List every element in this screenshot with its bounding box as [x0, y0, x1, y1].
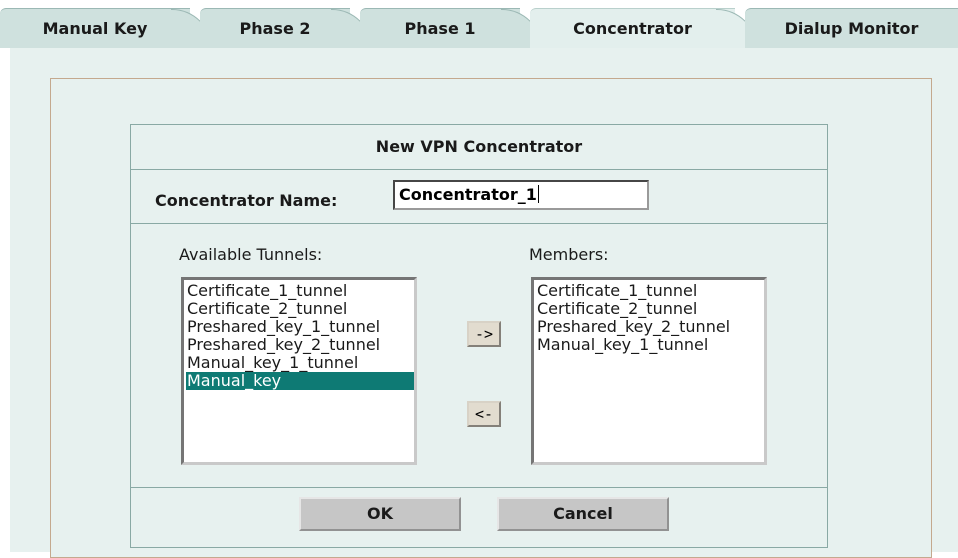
tab-dialup-monitor[interactable]: Dialup Monitor: [745, 8, 958, 48]
tab-phase-2[interactable]: Phase 2: [200, 8, 372, 50]
tab-manual-key[interactable]: Manual Key: [0, 8, 212, 50]
divider: [131, 169, 827, 170]
tab-label: Manual Key: [42, 19, 148, 38]
tab-label: Phase 2: [239, 19, 311, 38]
list-item[interactable]: Manual_key_1_tunnel: [186, 354, 414, 372]
divider: [131, 487, 827, 488]
divider: [131, 223, 827, 224]
tab-label: Concentrator: [573, 19, 692, 38]
concentrator-name-value: Concentrator_1: [399, 185, 537, 204]
cancel-button[interactable]: Cancel: [497, 497, 669, 531]
remove-member-button[interactable]: <-: [467, 401, 501, 427]
text-caret: [537, 185, 539, 203]
concentrator-name-label: Concentrator Name:: [155, 191, 338, 210]
members-list[interactable]: Certificate_1_tunnel Certificate_2_tunne…: [531, 277, 767, 465]
tab-label: Dialup Monitor: [784, 19, 919, 38]
dialog-title: New VPN Concentrator: [375, 137, 583, 156]
tab-concentrator[interactable]: Concentrator: [530, 8, 757, 50]
list-item[interactable]: Preshared_key_2_tunnel: [536, 318, 764, 336]
list-item[interactable]: Preshared_key_2_tunnel: [186, 336, 414, 354]
ok-button[interactable]: OK: [299, 497, 461, 531]
list-item-selected[interactable]: Manual_key: [186, 372, 414, 390]
available-tunnels-list[interactable]: Certificate_1_tunnel Certificate_2_tunne…: [181, 277, 417, 465]
members-label: Members:: [529, 245, 609, 264]
list-item[interactable]: Certificate_1_tunnel: [186, 282, 414, 300]
content-area: New VPN Concentrator Concentrator Name: …: [10, 48, 958, 558]
list-item[interactable]: Manual_key_1_tunnel: [536, 336, 764, 354]
list-item[interactable]: Certificate_2_tunnel: [186, 300, 414, 318]
tab-phase-1[interactable]: Phase 1: [360, 8, 542, 50]
available-tunnels-label: Available Tunnels:: [179, 245, 323, 264]
list-item[interactable]: Preshared_key_1_tunnel: [186, 318, 414, 336]
tab-strip: Manual Key Phase 2 Phase 1 Concentrator …: [0, 0, 958, 50]
concentrator-name-input[interactable]: Concentrator_1: [393, 180, 649, 210]
list-item[interactable]: Certificate_2_tunnel: [536, 300, 764, 318]
new-vpn-concentrator-dialog: New VPN Concentrator Concentrator Name: …: [130, 124, 828, 548]
tab-label: Phase 1: [404, 19, 476, 38]
list-item[interactable]: Certificate_1_tunnel: [536, 282, 764, 300]
add-member-button[interactable]: ->: [467, 321, 501, 347]
